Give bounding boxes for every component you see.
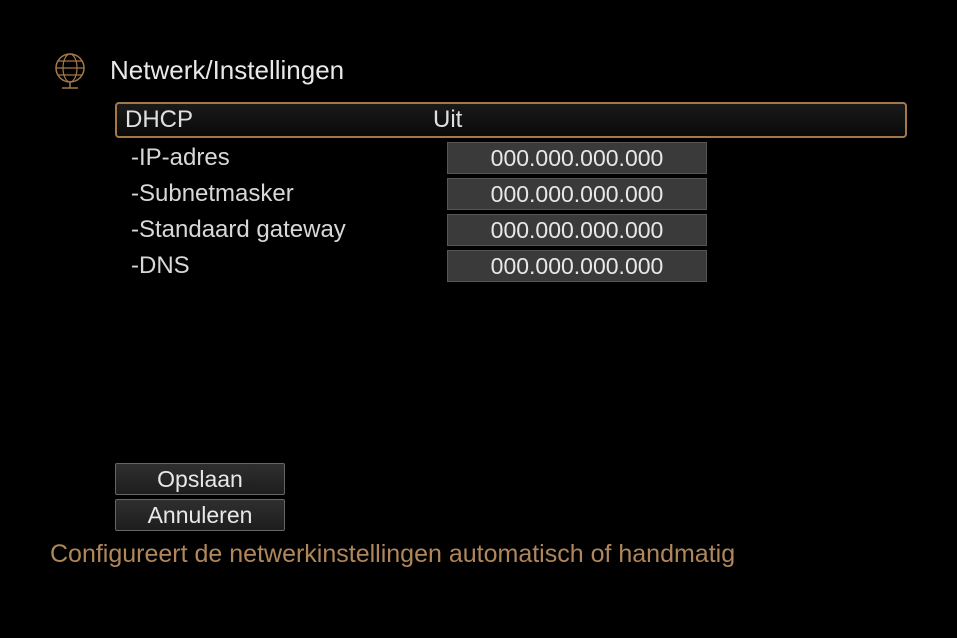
dhcp-value: Uit	[423, 106, 462, 134]
dns-row: -DNS 000.000.000.000	[115, 248, 907, 284]
subnet-mask-label: -Subnetmasker	[115, 180, 423, 208]
ip-address-label: -IP-adres	[115, 144, 423, 172]
settings-list: DHCP Uit -IP-adres 000.000.000.000 -Subn…	[115, 102, 907, 284]
cancel-button[interactable]: Annuleren	[115, 499, 285, 531]
header: Netwerk/Instellingen	[50, 50, 907, 90]
save-button[interactable]: Opslaan	[115, 463, 285, 495]
page-title: Netwerk/Instellingen	[110, 55, 344, 86]
subnet-mask-field[interactable]: 000.000.000.000	[447, 178, 707, 210]
dns-label: -DNS	[115, 252, 423, 280]
settings-panel: Netwerk/Instellingen DHCP Uit -IP-adres …	[50, 50, 907, 284]
dns-field[interactable]: 000.000.000.000	[447, 250, 707, 282]
ip-address-row: -IP-adres 000.000.000.000	[115, 140, 907, 176]
help-text: Configureert de netwerkinstellingen auto…	[50, 540, 735, 569]
gateway-row: -Standaard gateway 000.000.000.000	[115, 212, 907, 248]
gateway-label: -Standaard gateway	[115, 216, 423, 244]
button-group: Opslaan Annuleren	[115, 463, 285, 535]
dhcp-label: DHCP	[123, 106, 423, 134]
gateway-field[interactable]: 000.000.000.000	[447, 214, 707, 246]
dhcp-row[interactable]: DHCP Uit	[115, 102, 907, 138]
globe-icon	[50, 50, 90, 90]
subnet-mask-row: -Subnetmasker 000.000.000.000	[115, 176, 907, 212]
ip-address-field[interactable]: 000.000.000.000	[447, 142, 707, 174]
